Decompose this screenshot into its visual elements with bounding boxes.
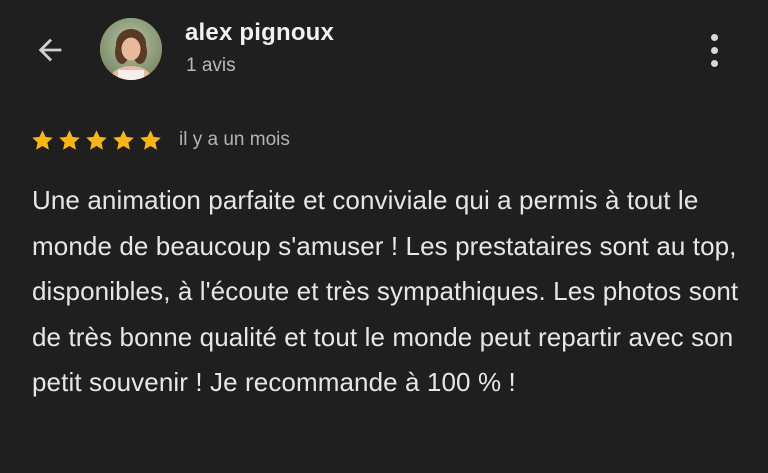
- more-vertical-icon: [710, 46, 718, 54]
- star-icon: [59, 129, 80, 150]
- star-icon: [140, 129, 161, 150]
- star-icon: [113, 129, 134, 150]
- user-avatar-photo: [100, 18, 162, 80]
- more-vertical-icon: [710, 33, 718, 41]
- reviewer-header: alex pignoux 1 avis: [0, 0, 768, 110]
- reviewer-review-count: 1 avis: [186, 55, 236, 76]
- more-options-button[interactable]: [700, 28, 728, 72]
- arrow-back-icon: [38, 38, 62, 62]
- rating-row: il y a un mois: [30, 125, 290, 155]
- back-button[interactable]: [30, 30, 70, 70]
- reviewer-name[interactable]: alex pignoux: [185, 19, 334, 47]
- review-time: il y a un mois: [179, 129, 290, 150]
- star-rating: [30, 128, 163, 153]
- more-vertical-icon: [710, 59, 718, 67]
- star-icon: [86, 129, 107, 150]
- review-body: Une animation parfaite et conviviale qui…: [32, 185, 739, 397]
- star-icon: [32, 129, 53, 150]
- avatar[interactable]: [100, 18, 162, 80]
